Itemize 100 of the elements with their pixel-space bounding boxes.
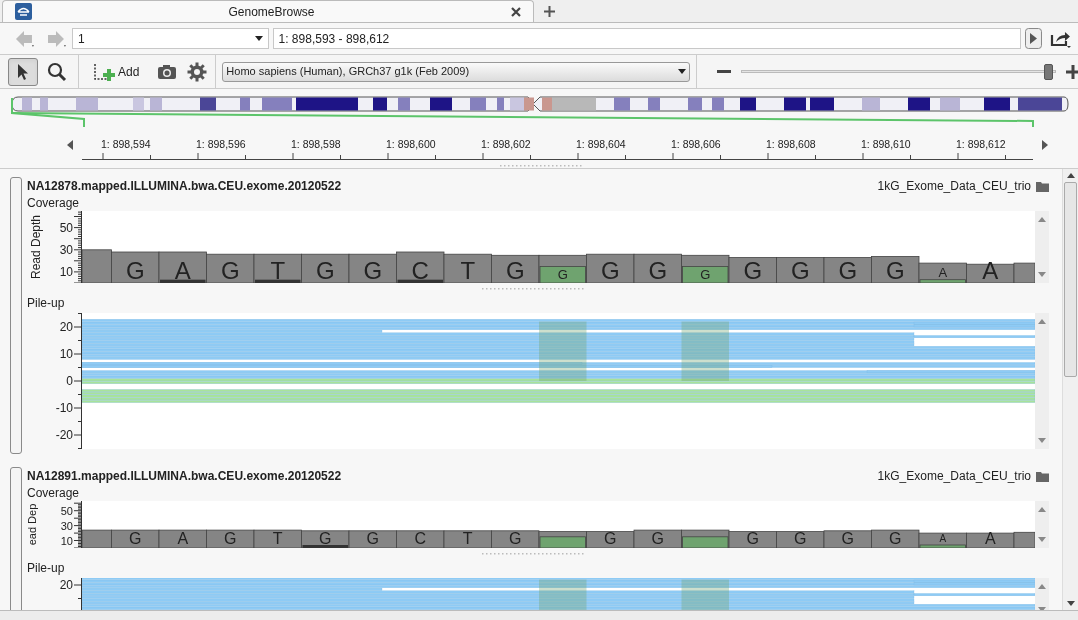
axis-tick-label: 50 <box>60 504 73 517</box>
pan-right-icon[interactable] <box>1042 140 1048 150</box>
track-title: NA12878.mapped.ILLUMINA.bwa.CEU.exome.20120522 <box>27 178 343 195</box>
camera-icon[interactable] <box>157 63 178 80</box>
coverage-bar <box>871 256 920 283</box>
slider-thumb[interactable] <box>1044 63 1054 80</box>
zoom-in-icon[interactable] <box>1066 64 1078 79</box>
base-letter: A <box>939 533 947 544</box>
dropdown-arrow-icon <box>678 69 687 74</box>
track-collapse-handle[interactable] <box>10 177 22 454</box>
base-letter: T <box>270 257 286 283</box>
y-axis <box>73 501 82 548</box>
ruler-label: 1: 898,610 <box>861 138 911 150</box>
add-track-icon <box>93 61 115 82</box>
base-letter: G <box>604 530 617 547</box>
variant-bar <box>539 266 586 283</box>
ruler-label: 1: 898,600 <box>386 138 436 150</box>
close-icon[interactable] <box>511 6 521 17</box>
zoom-slider[interactable] <box>741 63 1057 80</box>
ruler-label: 1: 898,602 <box>481 138 531 150</box>
axis-tick-label: 10 <box>59 347 73 361</box>
axis-tick-label: 20 <box>59 578 73 592</box>
track-title: NA12891.mapped.ILLUMINA.bwa.CEU.exome.20120522 <box>27 468 343 485</box>
axis-tick-label: -20 <box>55 428 73 442</box>
scroll-up-icon[interactable] <box>1066 173 1075 178</box>
go-button-icon[interactable] <box>1025 28 1043 49</box>
dropdown-arrow-icon <box>254 36 263 41</box>
coverage-bar <box>491 254 540 283</box>
base-letter: G <box>557 267 568 282</box>
folder-icon[interactable] <box>1036 470 1049 482</box>
base-letter: G <box>790 257 810 283</box>
coverage-bar <box>206 529 255 548</box>
base-letter: A <box>938 265 948 280</box>
browser-tab[interactable]: GenomeBrowse <box>2 0 534 22</box>
coverage-bar <box>206 253 255 283</box>
coverage-bar <box>633 529 682 548</box>
base-letter: G <box>125 257 145 283</box>
coverage-bar <box>348 530 397 548</box>
axis-tick-label: 10 <box>60 534 73 547</box>
pileup-label: Pile-up <box>27 560 66 577</box>
variant-bar <box>539 536 586 548</box>
variant-bar <box>919 279 966 283</box>
ruler-label: 1: 898,608 <box>766 138 816 150</box>
y-axis <box>73 578 82 610</box>
coverage-bar <box>396 530 445 548</box>
back-arrow-icon[interactable] <box>14 28 36 49</box>
chromosome-dropdown[interactable]: 1 <box>71 28 269 49</box>
ruler-label: 1: 898,596 <box>196 138 246 150</box>
location-field[interactable]: 1: 898,593 - 898,612 <box>272 28 1022 49</box>
variant-bar <box>682 536 729 548</box>
coverage-bar <box>586 531 635 548</box>
base-letter: G <box>841 530 854 547</box>
axis-tick-label: 20 <box>59 320 73 334</box>
base-letter: G <box>700 267 711 282</box>
add-track-button[interactable]: Add <box>93 61 140 82</box>
axis-tick-label: 30 <box>59 242 73 257</box>
ruler-label: 1: 898,604 <box>576 138 626 150</box>
base-letter: A <box>177 530 189 547</box>
axis-tick-label: 50 <box>59 220 73 235</box>
track-collapse-handle[interactable] <box>10 467 22 610</box>
coverage-bar <box>348 253 397 283</box>
axis-label: Read Depth <box>29 215 43 279</box>
base-letter: G <box>746 530 759 547</box>
scroll-down-icon[interactable] <box>1066 601 1075 606</box>
coverage-bar <box>728 257 777 283</box>
base-letter: G <box>319 530 332 547</box>
chromosome-ideogram[interactable] <box>11 96 1069 112</box>
base-letter: G <box>648 257 668 283</box>
base-letter: A <box>984 530 996 547</box>
base-letter: G <box>651 530 664 547</box>
track-source: 1kG_Exome_Data_CEU_trio <box>877 178 1031 195</box>
base-letter: G <box>794 530 807 547</box>
base-letter: G <box>889 530 902 547</box>
coverage-label: Coverage <box>27 485 81 501</box>
resize-handle[interactable] <box>500 165 582 167</box>
ruler-label: 1: 898,598 <box>291 138 341 150</box>
pointer-icon <box>16 62 30 81</box>
coverage-bar <box>586 253 635 283</box>
ruler-label: 1: 898,594 <box>101 138 151 150</box>
pointer-tool-button[interactable] <box>8 57 38 86</box>
scrollbar-thumb[interactable] <box>1064 182 1077 377</box>
low-frequency-bar <box>160 279 206 283</box>
base-letter: C <box>414 530 427 547</box>
pan-left-icon[interactable] <box>67 140 73 150</box>
axis-tick-label: 10 <box>59 264 73 279</box>
ruler-label: 1: 898,612 <box>956 138 1006 150</box>
coverage-bar <box>443 530 492 548</box>
track-source: 1kG_Exome_Data_CEU_trio <box>877 468 1031 485</box>
new-tab-icon[interactable] <box>544 6 555 17</box>
base-letter: G <box>743 257 763 283</box>
coverage-label: Coverage <box>27 195 81 211</box>
folder-icon[interactable] <box>1036 180 1049 192</box>
zoom-out-icon[interactable] <box>717 69 732 74</box>
axis-tick-label: 30 <box>60 519 73 532</box>
axis-label: ead Dep <box>27 503 38 546</box>
coverage-bar <box>776 531 825 548</box>
y-axis <box>73 211 82 283</box>
vertical-scrollbar[interactable] <box>1062 169 1078 610</box>
coverage-bar <box>871 529 920 548</box>
genome-dropdown[interactable]: Homo sapiens (Human), GRCh37 g1k (Feb 2009) <box>222 61 691 82</box>
